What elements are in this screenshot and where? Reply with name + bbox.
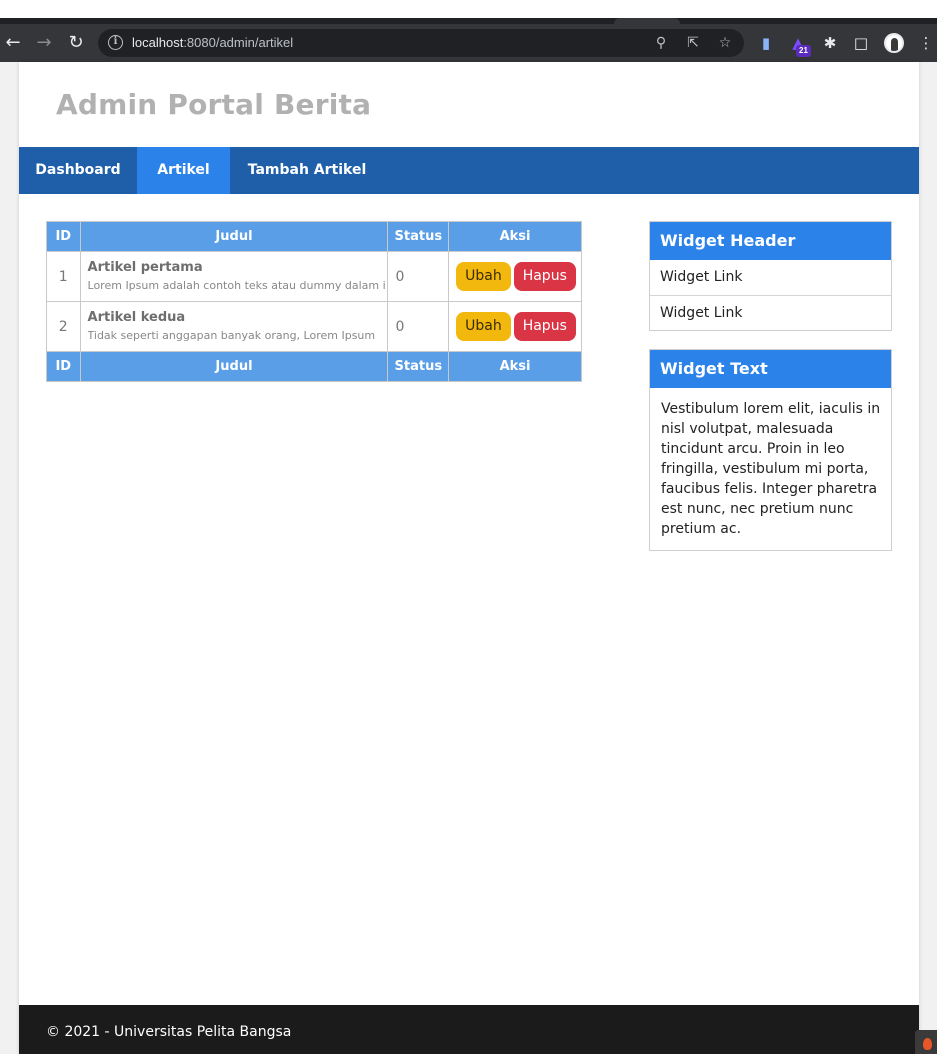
url-host: localhost (132, 35, 184, 50)
nav-dashboard[interactable]: Dashboard (19, 147, 137, 194)
footer-aksi: Aksi (448, 351, 582, 382)
footer-copyright: © 2021 - Universitas Pelita Bangsa (46, 1024, 292, 1040)
site-info-icon[interactable]: i (108, 35, 123, 50)
widget-link[interactable]: Widget Link (650, 260, 891, 295)
article-title: Artikel pertama (87, 259, 203, 275)
bookmark-star-icon[interactable]: ☆ (716, 34, 734, 52)
table-row: 2 Artikel kedua Tidak seperti anggapan b… (46, 301, 582, 352)
table-footer-row: ID Judul Status Aksi (46, 351, 582, 382)
footer-id: ID (46, 351, 81, 382)
header-status: Status (387, 221, 450, 252)
widget-links: Widget Header Widget Link Widget Link (649, 221, 892, 331)
extensions-puzzle-icon[interactable]: ✱ (820, 33, 840, 53)
header-aksi: Aksi (448, 221, 582, 252)
page-container: Admin Portal Berita Dashboard Artikel Ta… (19, 62, 919, 1054)
taskbar-app-icon[interactable] (915, 1030, 937, 1054)
row-status: 0 (387, 301, 450, 352)
share-icon[interactable]: ⇱ (684, 34, 702, 52)
widget-link[interactable]: Widget Link (650, 295, 891, 330)
zoom-icon[interactable]: ⚲ (652, 34, 670, 52)
back-icon[interactable]: ← (0, 30, 26, 56)
table-header-row: ID Judul Status Aksi (46, 221, 582, 252)
page-viewport: Admin Portal Berita Dashboard Artikel Ta… (0, 62, 937, 1054)
side-panel-icon[interactable]: □ (851, 33, 871, 53)
footer-judul: Judul (79, 351, 389, 382)
widget-text: Widget Text Vestibulum lorem elit, iacul… (649, 349, 892, 551)
browser-tabstrip (0, 0, 937, 24)
extension-badge: 21 (796, 45, 811, 57)
browser-menu-icon[interactable]: ⋮ (916, 33, 936, 53)
article-title: Artikel kedua (87, 309, 186, 325)
site-title: Admin Portal Berita (56, 88, 372, 121)
header-judul: Judul (79, 221, 389, 252)
delete-button[interactable]: Hapus (513, 312, 576, 341)
row-judul: Artikel pertama Lorem Ipsum adalah conto… (79, 251, 389, 302)
edit-button[interactable]: Ubah (456, 262, 511, 291)
delete-button[interactable]: Hapus (513, 262, 576, 291)
row-actions: Ubah Hapus (448, 301, 582, 352)
article-snippet: Lorem Ipsum adalah contoh teks atau dumm… (87, 278, 386, 292)
row-judul: Artikel kedua Tidak seperti anggapan ban… (79, 301, 389, 352)
address-url[interactable]: localhost:8080/admin/artikel (132, 35, 293, 50)
reload-icon[interactable]: ↻ (63, 30, 89, 56)
forward-icon[interactable]: → (31, 30, 57, 56)
row-id: 2 (46, 301, 81, 352)
nav-tambah-artikel[interactable]: Tambah Artikel (230, 147, 384, 194)
edit-button[interactable]: Ubah (456, 312, 511, 341)
profile-avatar[interactable] (884, 33, 904, 53)
browser-toolbar: ← → ↻ i localhost:8080/admin/artikel ⚲ ⇱… (0, 24, 937, 62)
site-footer: © 2021 - Universitas Pelita Bangsa (19, 1005, 919, 1054)
table-row: 1 Artikel pertama Lorem Ipsum adalah con… (46, 251, 582, 302)
nav-artikel[interactable]: Artikel (137, 147, 230, 194)
widget-text-body: Vestibulum lorem elit, iaculis in nisl v… (661, 401, 881, 537)
url-path: :8080/admin/artikel (183, 35, 294, 50)
row-actions: Ubah Hapus (448, 251, 582, 302)
address-bar[interactable]: i localhost:8080/admin/artikel ⚲ ⇱ ☆ (98, 29, 744, 57)
site-header: Admin Portal Berita (19, 62, 919, 147)
article-snippet: Tidak seperti anggapan banyak orang, Lor… (87, 328, 376, 342)
widget-header-title: Widget Header (650, 222, 891, 260)
row-id: 1 (46, 251, 81, 302)
row-status: 0 (387, 251, 450, 302)
main-navbar: Dashboard Artikel Tambah Artikel (19, 147, 919, 194)
extension-doc-icon[interactable]: ▮ (756, 33, 776, 53)
widget-text-title: Widget Text (650, 350, 891, 388)
header-id: ID (46, 221, 81, 252)
footer-status: Status (387, 351, 450, 382)
articles-table: ID Judul Status Aksi 1 Artikel pertama L… (46, 221, 582, 382)
